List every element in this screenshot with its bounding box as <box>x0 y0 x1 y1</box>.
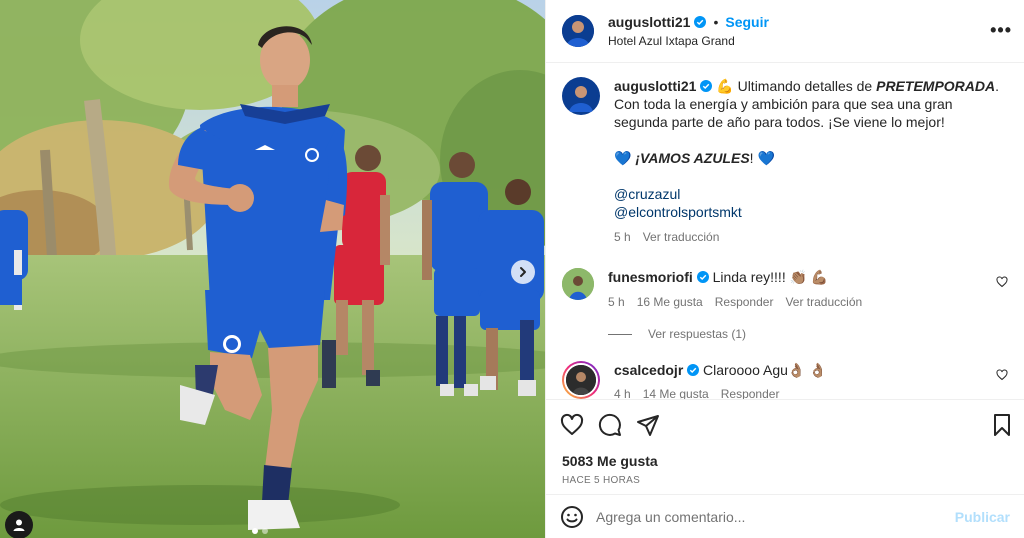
view-replies-button[interactable]: Ver respuestas (1) <box>608 327 1008 341</box>
instagram-post-view: auguslotti21 • Seguir Hotel Azul Ixtapa … <box>0 0 1024 538</box>
add-comment-bar: Publicar <box>546 494 1024 538</box>
see-translation-link[interactable]: Ver traducción <box>643 228 720 246</box>
comment-likes[interactable]: 16 Me gusta <box>637 293 703 311</box>
likes-count[interactable]: 5083 Me gusta <box>562 453 1008 469</box>
verified-badge-icon <box>696 271 709 283</box>
author-avatar[interactable] <box>562 15 594 47</box>
chevron-right-icon <box>520 267 526 277</box>
mention-link[interactable]: @elcontrolsportsmkt <box>614 203 1008 221</box>
reply-button[interactable]: Responder <box>715 293 774 311</box>
like-comment-heart-icon[interactable] <box>996 369 1008 381</box>
caption-slogan: ¡VAMOS AZULES <box>635 150 750 166</box>
flexed-biceps-emoji: 💪 <box>716 78 734 94</box>
caption-time: 5 h <box>614 230 631 244</box>
comment-time: 5 h <box>608 295 625 309</box>
carousel-indicator <box>252 528 268 534</box>
caption-text-suffix: . <box>995 78 1000 94</box>
comment-text: Linda rey!!!! 👏🏽 💪🏽 <box>712 269 829 285</box>
post-caption: auguslotti21 💪 Ultimando detalles de PRE… <box>562 77 1008 246</box>
like-heart-icon[interactable] <box>560 413 584 437</box>
header-separator: • <box>713 14 719 30</box>
share-paper-plane-icon[interactable] <box>636 413 660 437</box>
commenter-avatar[interactable] <box>562 268 594 300</box>
caption-text-body: Con toda la energía y ambición para que … <box>614 96 953 130</box>
verified-badge-icon <box>694 16 707 28</box>
comment-bubble-icon[interactable] <box>598 413 622 437</box>
tagged-users-button[interactable] <box>5 511 33 538</box>
see-translation-link[interactable]: Ver traducción <box>785 293 862 311</box>
publish-button[interactable]: Publicar <box>955 509 1010 525</box>
commenter-username[interactable]: csalcedojr <box>614 362 683 378</box>
carousel-dot-active <box>252 528 258 534</box>
caption-avatar[interactable] <box>562 77 600 115</box>
next-photo-button[interactable] <box>511 260 535 284</box>
comment-text: Claroooo Agu👌🏽 👌🏽 <box>703 362 827 378</box>
smiley-icon[interactable] <box>560 505 584 529</box>
verified-badge-icon <box>687 364 700 376</box>
commenter-username[interactable]: funesmoriofi <box>608 269 693 285</box>
post-panel: auguslotti21 • Seguir Hotel Azul Ixtapa … <box>545 0 1024 538</box>
comment-item: funesmoriofi Linda rey!!!! 👏🏽 💪🏽 5 h 16 … <box>562 268 1008 311</box>
replies-divider <box>608 333 632 335</box>
commenter-avatar-story[interactable] <box>562 361 600 399</box>
author-username[interactable]: auguslotti21 <box>608 14 690 30</box>
comment-time: 4 h <box>614 387 631 399</box>
follow-button[interactable]: Seguir <box>725 14 769 30</box>
caption-username[interactable]: auguslotti21 <box>614 78 696 94</box>
carousel-dot <box>262 528 268 534</box>
like-comment-heart-icon[interactable] <box>996 276 1008 288</box>
blue-heart-emoji: 💙 <box>757 150 775 166</box>
likes-section: 5083 Me gusta HACE 5 HORAS <box>546 449 1024 494</box>
post-header: auguslotti21 • Seguir Hotel Azul Ixtapa … <box>546 0 1024 63</box>
more-options-button[interactable]: ••• <box>990 20 1012 41</box>
comment-input[interactable] <box>596 508 943 525</box>
verified-badge-icon <box>700 80 713 92</box>
comment-likes[interactable]: 14 Me gusta <box>643 385 709 399</box>
post-photo[interactable] <box>0 0 545 538</box>
caption-slogan-end: ! <box>749 150 754 166</box>
user-icon <box>13 519 25 531</box>
mention-link[interactable]: @cruzazul <box>614 185 1008 203</box>
post-location[interactable]: Hotel Azul Ixtapa Grand <box>608 34 769 48</box>
caption-text-bold: PRETEMPORADA <box>876 78 996 94</box>
reply-button[interactable]: Responder <box>721 385 780 399</box>
training-photo <box>0 0 545 538</box>
blue-heart-emoji: 💙 <box>614 150 632 166</box>
comments-list[interactable]: auguslotti21 💪 Ultimando detalles de PRE… <box>546 63 1024 399</box>
save-bookmark-icon[interactable] <box>990 413 1014 437</box>
view-replies-label: Ver respuestas (1) <box>648 327 747 341</box>
caption-text-prefix: Ultimando detalles de <box>737 78 873 94</box>
comment-item: csalcedojr Claroooo Agu👌🏽 👌🏽 4 h 14 Me g… <box>562 361 1008 399</box>
post-actions <box>546 399 1024 449</box>
post-timestamp[interactable]: HACE 5 HORAS <box>562 475 1008 486</box>
